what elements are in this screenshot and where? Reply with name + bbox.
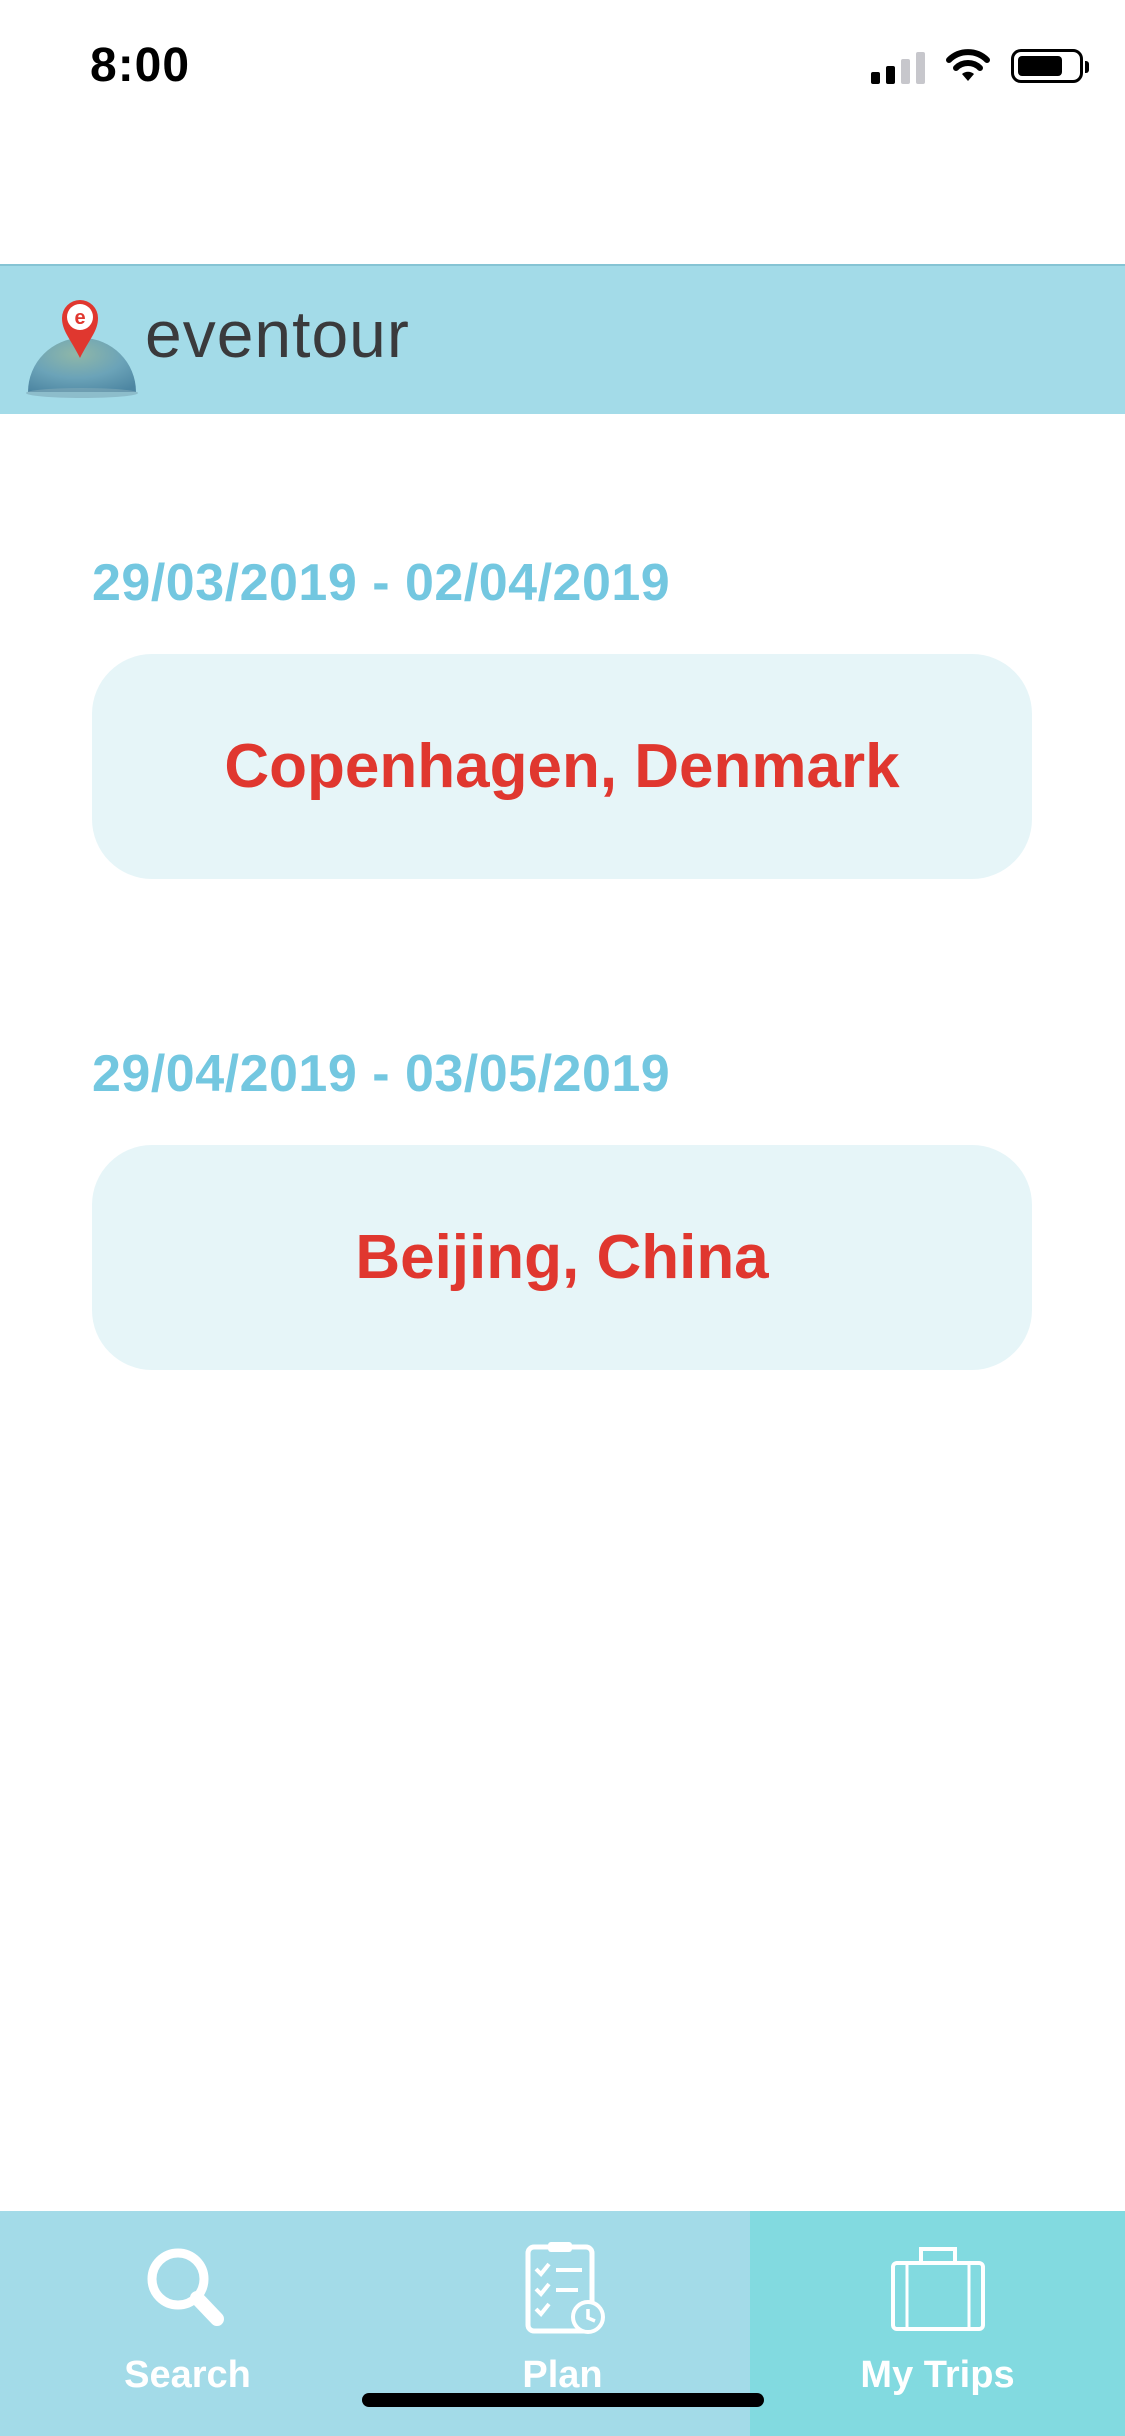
- trip-destination: Beijing, China: [355, 1223, 769, 1292]
- tab-my-trips[interactable]: My Trips: [750, 2211, 1125, 2436]
- home-indicator[interactable]: [362, 2393, 764, 2407]
- trip-dates: 29/04/2019 - 03/05/2019: [92, 1045, 671, 1103]
- status-icons: [871, 48, 1089, 84]
- trip-dates: 29/03/2019 - 02/04/2019: [92, 554, 671, 612]
- trip-destination: Copenhagen, Denmark: [224, 732, 900, 801]
- suitcase-icon: [890, 2247, 985, 2331]
- trip-card[interactable]: Copenhagen, Denmark: [92, 654, 1032, 879]
- battery-icon: [1011, 49, 1089, 83]
- trip-item: 29/04/2019 - 03/05/2019 Beijing, China: [92, 1031, 1032, 1370]
- wifi-icon: [946, 49, 990, 81]
- magnifier-icon: [147, 2248, 224, 2326]
- checklist-clock-icon: [525, 2242, 605, 2334]
- status-time: 8:00: [90, 39, 191, 92]
- trip-card[interactable]: Beijing, China: [92, 1145, 1032, 1370]
- trip-list: 29/03/2019 - 02/04/2019 Copenhagen, Denm…: [92, 540, 1032, 1522]
- tab-label: My Trips: [860, 2354, 1015, 2396]
- svg-text:e: e: [74, 307, 85, 329]
- tab-label: Search: [124, 2354, 251, 2396]
- trip-item: 29/03/2019 - 02/04/2019 Copenhagen, Denm…: [92, 540, 1032, 879]
- app-header: e eventour: [0, 264, 1125, 414]
- app-brand-name: eventour: [145, 297, 410, 371]
- tab-label: Plan: [522, 2354, 603, 2396]
- cellular-signal-icon: [871, 48, 925, 84]
- globe-location-pin-icon: e: [26, 300, 138, 398]
- status-bar: 8:00: [0, 0, 1125, 135]
- tab-search[interactable]: Search: [0, 2211, 375, 2436]
